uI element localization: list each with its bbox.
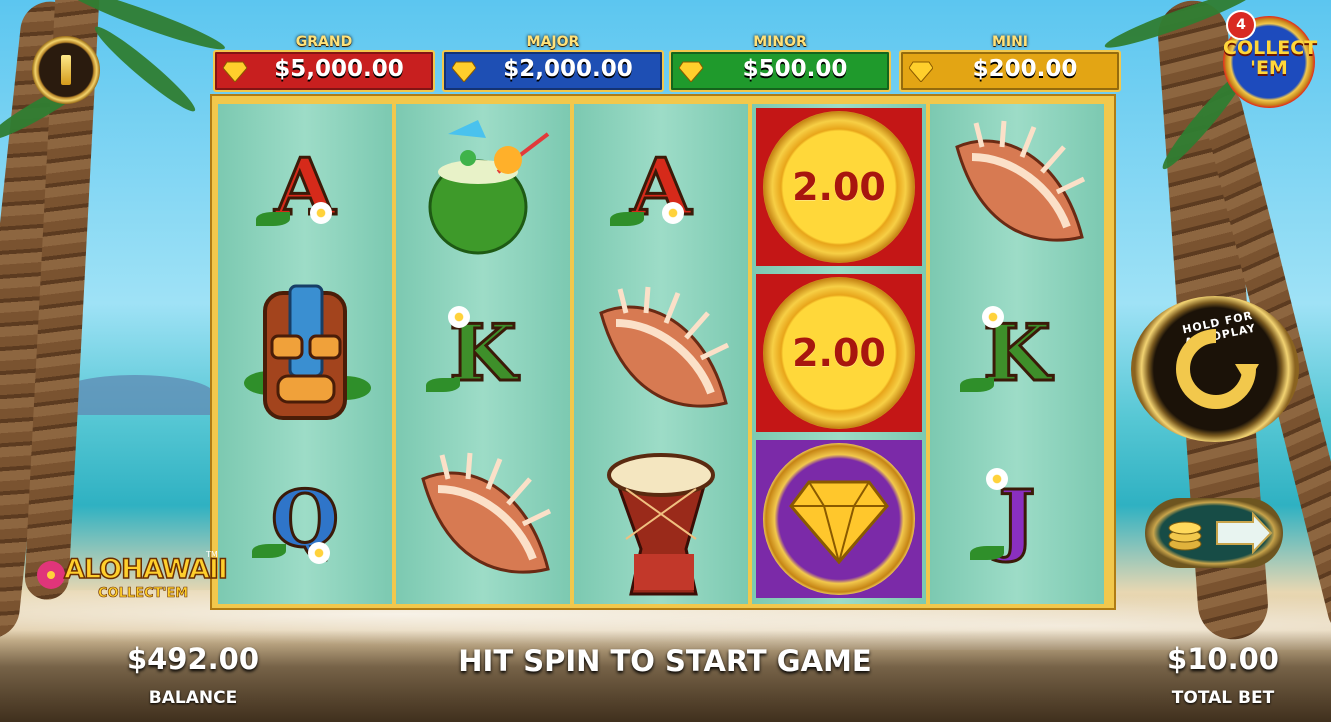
bet-settings-button[interactable] <box>1145 498 1283 568</box>
total-bet-label: TOTAL BET <box>1171 688 1275 708</box>
reel-4: 2.00 2.00 <box>752 104 926 604</box>
conch-shell-icon <box>421 452 552 574</box>
reel-3: A <box>574 104 748 604</box>
collect-em-line1: COLLECT <box>1223 37 1318 59</box>
tiki-mask-icon <box>244 284 371 420</box>
jackpot-box: $2,000.00 <box>442 50 664 92</box>
symbol-coconut-drink <box>396 104 570 270</box>
jackpot-value: $200.00 <box>972 56 1078 82</box>
flower-icon <box>308 542 330 564</box>
diamond-icon <box>223 61 247 82</box>
jackpot-value: $5,000.00 <box>274 56 404 82</box>
hibiscus-icon <box>37 561 65 589</box>
jackpot-bar: GRAND $5,000.00 MAJOR $2,000.00 MINOR $5… <box>213 34 1121 92</box>
menu-button[interactable] <box>32 36 100 104</box>
jackpot-minor: MINOR $500.00 <box>669 34 891 92</box>
symbol-tiki-mask <box>218 270 392 436</box>
flower-icon <box>982 306 1004 328</box>
symbol-letter-k: K <box>396 270 570 436</box>
coin-value: 2.00 <box>792 165 886 209</box>
jackpot-box: $500.00 <box>669 50 891 92</box>
jackpot-grand: GRAND $5,000.00 <box>213 34 435 92</box>
jackpot-name: MAJOR <box>526 34 580 50</box>
diamond-icon <box>452 61 476 82</box>
symbol-conch-shell <box>396 436 570 602</box>
symbol-conch-shell <box>574 270 748 436</box>
leaf-decoration <box>970 546 1004 560</box>
flower-icon <box>310 202 332 224</box>
logo-subtitle: COLLECT'EM <box>98 586 189 602</box>
jackpot-name: MINOR <box>753 34 807 50</box>
coins-icon <box>1168 521 1202 551</box>
conch-shell-icon <box>955 120 1086 242</box>
total-bet-value: $10.00 <box>1167 642 1279 676</box>
balance-label: BALANCE <box>148 688 238 708</box>
jackpot-name: MINI <box>991 34 1029 50</box>
collect-count-badge: 4 <box>1226 10 1256 40</box>
reel-grid: A Q K A 2.00 2.00 K J <box>210 94 1116 610</box>
flower-icon <box>448 306 470 328</box>
collect-em-line2: 'EM <box>1250 57 1288 79</box>
symbol-letter-a: A <box>574 104 748 270</box>
leaf-decoration <box>426 378 460 392</box>
symbol-letter-k: K <box>930 270 1104 436</box>
jackpot-mini: MINI $200.00 <box>899 34 1121 92</box>
diamond-icon <box>789 480 889 564</box>
cash-coin: 2.00 <box>763 277 915 429</box>
leaf-decoration <box>960 378 994 392</box>
balance-value: $492.00 <box>126 642 260 676</box>
jackpot-box: $200.00 <box>899 50 1121 92</box>
status-message: HIT SPIN TO START GAME <box>458 644 872 678</box>
diamond-coin <box>763 443 915 595</box>
logo-trademark: TM <box>206 550 218 559</box>
conch-shell-icon <box>599 286 730 408</box>
collect-em-label: COLLECT 'EM <box>1223 37 1318 79</box>
collect-em-button[interactable]: COLLECT 'EM 4 <box>1223 10 1318 108</box>
jackpot-box: $5,000.00 <box>213 50 435 92</box>
coconut-drink-icon <box>428 120 550 255</box>
flower-icon <box>662 202 684 224</box>
symbol-conch-shell <box>930 104 1104 270</box>
symbol-letter-j: J <box>930 436 1104 602</box>
jackpot-major: MAJOR $2,000.00 <box>442 34 664 92</box>
spin-button[interactable]: HOLD FOR AUTOPLAY <box>1131 296 1299 442</box>
menu-icon <box>61 55 71 85</box>
leaf-decoration <box>610 212 644 226</box>
diamond-icon <box>909 61 933 82</box>
flower-icon <box>986 468 1008 490</box>
jackpot-value: $500.00 <box>742 56 848 82</box>
game-logo: ALOHAWAII COLLECT'EM TM <box>34 548 229 612</box>
jackpot-value: $2,000.00 <box>503 56 633 82</box>
symbol-diamond-coin <box>752 436 926 602</box>
symbol-drum <box>574 436 748 602</box>
reel-1: A Q <box>218 104 392 604</box>
leaf-decoration <box>252 544 286 558</box>
symbol-letter-a: A <box>218 104 392 270</box>
reel-2: K <box>396 104 570 604</box>
cash-coin: 2.00 <box>763 111 915 263</box>
diamond-icon <box>679 61 703 82</box>
reel-5: K J <box>930 104 1104 604</box>
drum-icon <box>607 453 715 596</box>
jackpot-name: GRAND <box>295 34 353 50</box>
symbol-letter-q: Q <box>218 436 392 602</box>
spin-icon <box>1176 329 1259 409</box>
leaf-decoration <box>256 212 290 226</box>
symbol-coin: 2.00 <box>752 270 926 436</box>
coin-value: 2.00 <box>792 331 886 375</box>
symbol-coin: 2.00 <box>752 104 926 270</box>
logo-title: ALOHAWAII <box>63 553 228 586</box>
arrow-right-icon <box>1216 512 1273 554</box>
